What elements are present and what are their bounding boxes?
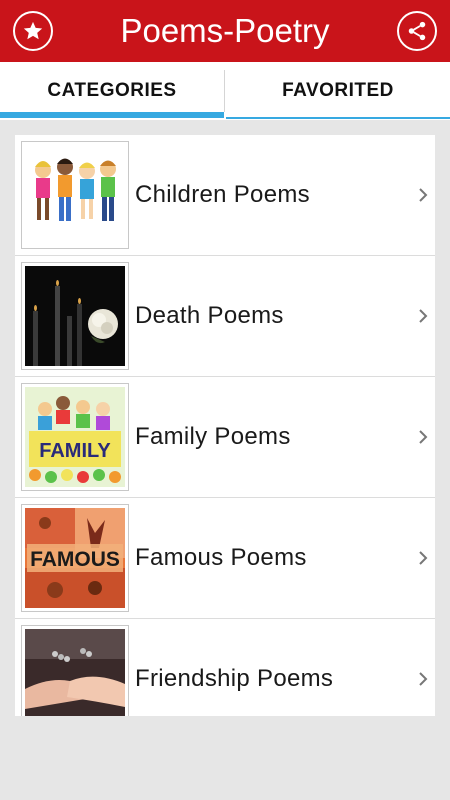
list-item-label: Children Poems	[135, 181, 310, 208]
tab-divider	[224, 70, 225, 112]
list-item-family-poems[interactable]: FAMILY Family Poems	[15, 377, 435, 498]
list-item-label: Family Poems	[135, 423, 291, 450]
list-item-famous-poems[interactable]: FAMOUS Famous Poems	[15, 498, 435, 619]
candles-rose-image	[25, 266, 125, 366]
chevron-right-icon	[419, 551, 428, 565]
chevron-right-icon	[419, 672, 428, 686]
famous-thumbnail-text: FAMOUS	[30, 548, 120, 571]
list-item-friendship-poems[interactable]: Friendship Poems	[15, 619, 435, 716]
famous-poems-thumbnail: FAMOUS	[21, 504, 129, 612]
tab-underline	[226, 117, 450, 119]
app-title: Poems-Poetry	[120, 12, 330, 49]
star-icon	[23, 21, 43, 40]
share-icon	[408, 21, 426, 41]
family-illustration: FAMILY	[25, 387, 125, 487]
holding-hands-image	[25, 629, 125, 716]
share-button[interactable]	[397, 11, 437, 51]
children-illustration	[25, 145, 125, 245]
list-item-children-poems[interactable]: Children Poems	[15, 135, 435, 256]
favorites-button[interactable]	[13, 11, 53, 51]
list-item-label: Death Poems	[135, 302, 284, 329]
list-item-death-poems[interactable]: Death Poems	[15, 256, 435, 377]
family-poems-thumbnail: FAMILY	[21, 383, 129, 491]
tab-favorited[interactable]: FAVORITED	[226, 62, 450, 120]
children-poems-thumbnail	[21, 141, 129, 249]
category-list: Children Poems Death Poems FAMILY Family…	[15, 135, 435, 716]
chevron-right-icon	[419, 188, 428, 202]
chevron-right-icon	[419, 430, 428, 444]
selected-tab-indicator	[0, 112, 224, 118]
famous-collage-image: FAMOUS	[25, 508, 125, 608]
family-thumbnail-text: FAMILY	[39, 440, 111, 462]
list-item-label: Friendship Poems	[135, 665, 334, 692]
friendship-poems-thumbnail	[21, 625, 129, 716]
app-bar: Poems-Poetry	[0, 0, 450, 62]
list-item-label: Famous Poems	[135, 544, 307, 571]
death-poems-thumbnail	[21, 262, 129, 370]
chevron-right-icon	[419, 309, 428, 323]
